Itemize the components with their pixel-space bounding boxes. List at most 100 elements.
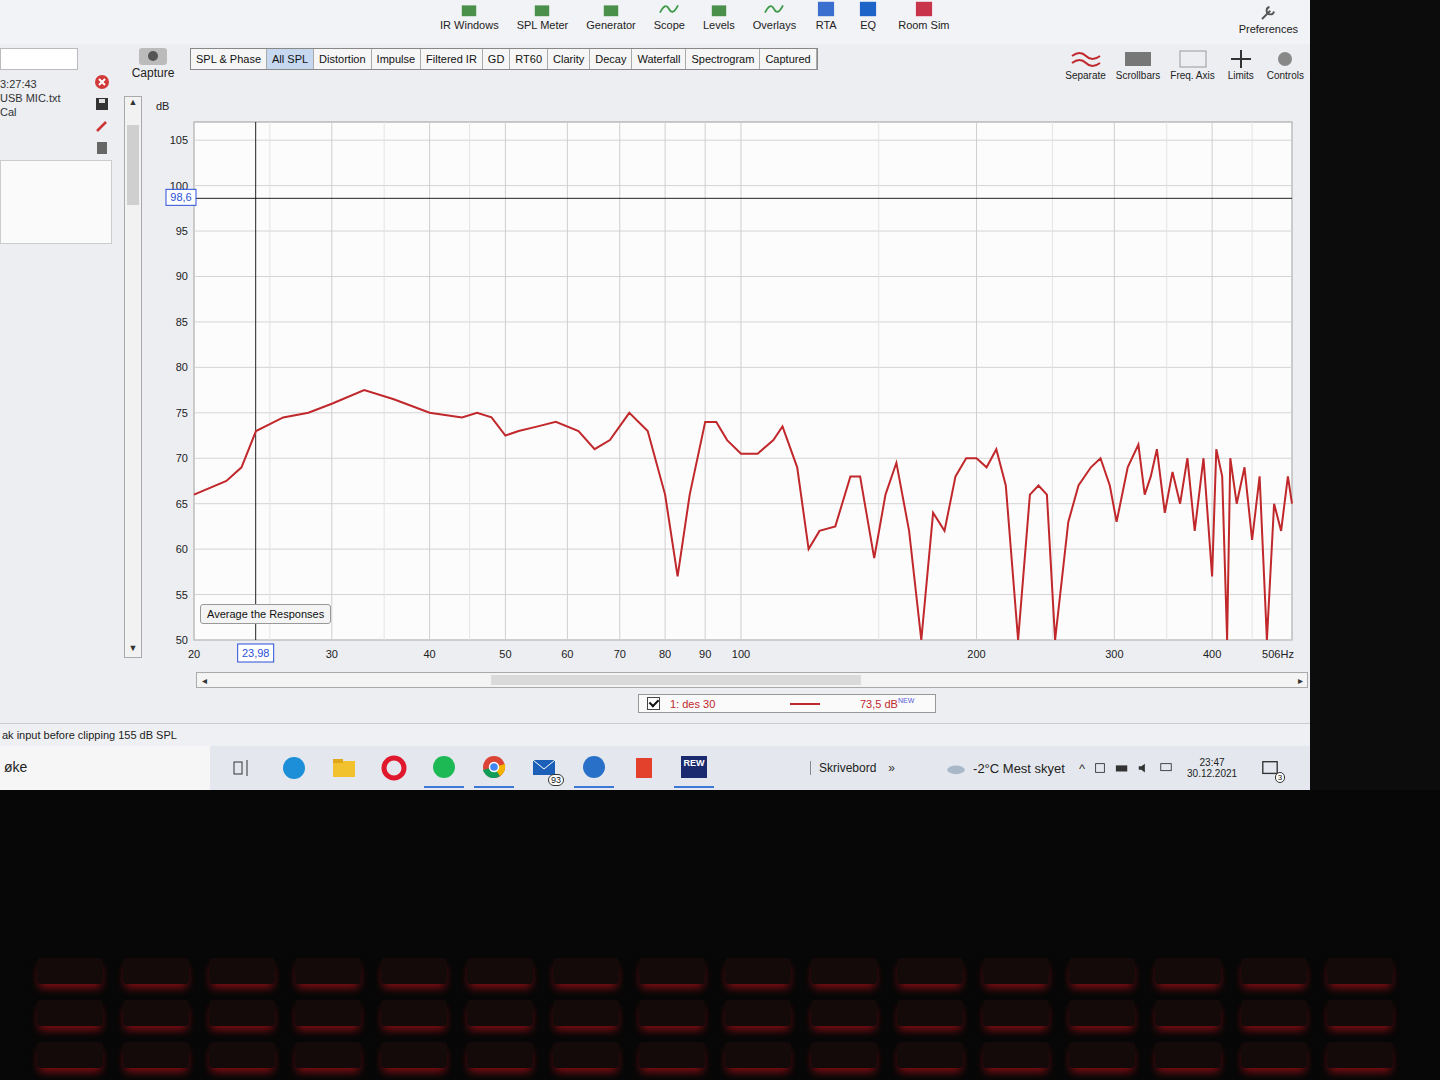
taskbar-app[interactable]: 93: [524, 748, 564, 788]
keyboard-key[interactable]: [725, 958, 791, 984]
keyboard-key[interactable]: [983, 1000, 1049, 1026]
toolbar-button[interactable]: Room Sim: [898, 0, 949, 31]
spl-graph[interactable]: dB10510095908580757065605550203040506070…: [142, 92, 1302, 672]
graph-tab[interactable]: Waterfall: [632, 49, 686, 69]
tray-arrow[interactable]: ^: [1079, 761, 1085, 776]
scroll-left-arrow[interactable]: ◂: [197, 675, 211, 686]
keyboard-key[interactable]: [37, 958, 103, 984]
toolbar-button[interactable]: Levels: [703, 0, 735, 31]
search-box[interactable]: øke: [0, 746, 210, 790]
keyboard-key[interactable]: [295, 1000, 361, 1026]
battery-icon[interactable]: [1115, 761, 1129, 775]
keyboard-key[interactable]: [983, 958, 1049, 984]
keyboard-key[interactable]: [639, 1042, 705, 1068]
view-tool-button[interactable]: Limits: [1225, 48, 1257, 81]
keyboard-key[interactable]: [553, 1042, 619, 1068]
keyboard-key[interactable]: [1241, 1042, 1307, 1068]
display-icon[interactable]: [1159, 761, 1173, 775]
taskbar-app[interactable]: [224, 748, 264, 788]
cursor-v-line[interactable]: [255, 122, 256, 640]
keyboard-key[interactable]: [123, 958, 189, 984]
keyboard-key[interactable]: [1155, 1042, 1221, 1068]
keyboard-key[interactable]: [897, 958, 963, 984]
keyboard-key[interactable]: [897, 1042, 963, 1068]
toolbar-button[interactable]: SPL Meter: [517, 0, 569, 31]
graph-tab[interactable]: All SPL: [267, 49, 314, 69]
keyboard-key[interactable]: [467, 958, 533, 984]
graph-tab[interactable]: Filtered IR: [421, 49, 483, 69]
scroll-down-arrow[interactable]: ▼: [125, 643, 141, 657]
toolbar-button[interactable]: Scope: [654, 0, 685, 31]
taskbar-app[interactable]: [274, 748, 314, 788]
keyboard-key[interactable]: [639, 1000, 705, 1026]
keyboard-key[interactable]: [1155, 958, 1221, 984]
keyboard-key[interactable]: [467, 1042, 533, 1068]
toolbar-button[interactable]: Generator: [586, 0, 636, 31]
keyboard-key[interactable]: [123, 1042, 189, 1068]
taskbar-app[interactable]: [424, 748, 464, 788]
network-icon[interactable]: [1093, 761, 1107, 775]
keyboard-key[interactable]: [897, 1000, 963, 1026]
keyboard-key[interactable]: [467, 1000, 533, 1026]
keyboard-key[interactable]: [381, 1000, 447, 1026]
pencil-icon[interactable]: [94, 118, 110, 134]
graph-tab[interactable]: Clarity: [548, 49, 590, 69]
notification-button[interactable]: 3: [1257, 755, 1283, 781]
cursor-h-line[interactable]: [194, 198, 1292, 199]
scroll-thumb[interactable]: [491, 675, 861, 685]
taskbar-app[interactable]: [624, 748, 664, 788]
scroll-thumb[interactable]: [127, 125, 139, 205]
view-tool-button[interactable]: Scrollbars: [1116, 48, 1160, 81]
view-tool-button[interactable]: Freq. Axis: [1170, 48, 1214, 81]
scroll-up-arrow[interactable]: ▲: [125, 97, 141, 111]
keyboard-key[interactable]: [295, 958, 361, 984]
horizontal-scrollbar[interactable]: ◂▸: [196, 672, 1308, 688]
average-responses-button[interactable]: Average the Responses: [200, 604, 331, 624]
vertical-scrollbar[interactable]: ▲▼: [124, 96, 142, 658]
keyboard-key[interactable]: [209, 958, 275, 984]
graph-tab[interactable]: Decay: [590, 49, 632, 69]
graph-tab[interactable]: Captured: [760, 49, 816, 69]
clock[interactable]: 23:4730.12.2021: [1187, 757, 1237, 779]
keyboard-key[interactable]: [381, 958, 447, 984]
taskbar-app[interactable]: REW: [674, 748, 714, 788]
keyboard-key[interactable]: [1069, 958, 1135, 984]
keyboard-key[interactable]: [37, 1000, 103, 1026]
series-checkbox[interactable]: [647, 697, 660, 710]
preferences-button[interactable]: Preferences: [1239, 0, 1298, 35]
notes-box[interactable]: [0, 160, 112, 244]
keyboard-key[interactable]: [1155, 1000, 1221, 1026]
notes-icon[interactable]: [94, 140, 110, 156]
toolbar-button[interactable]: RTA: [814, 0, 838, 31]
graph-tab[interactable]: Spectrogram: [686, 49, 760, 69]
close-icon[interactable]: [94, 74, 110, 90]
toolbar-button[interactable]: IR Windows: [440, 0, 499, 31]
keyboard-key[interactable]: [1327, 1000, 1393, 1026]
keyboard-key[interactable]: [1069, 1000, 1135, 1026]
capture-button[interactable]: Capture: [124, 44, 182, 80]
graph-tab[interactable]: RT60: [510, 49, 548, 69]
graph-tab[interactable]: Distortion: [314, 49, 371, 69]
keyboard-key[interactable]: [639, 958, 705, 984]
graph-tab[interactable]: GD: [483, 49, 511, 69]
keyboard-key[interactable]: [1241, 958, 1307, 984]
keyboard-key[interactable]: [725, 1042, 791, 1068]
keyboard-key[interactable]: [1327, 958, 1393, 984]
toolbar-button[interactable]: Overlays: [753, 0, 796, 31]
volume-icon[interactable]: [1137, 761, 1151, 775]
desktop-toolbar[interactable]: Skrivebord»: [810, 761, 895, 775]
view-tool-button[interactable]: Controls: [1267, 48, 1304, 81]
keyboard-key[interactable]: [209, 1000, 275, 1026]
keyboard-key[interactable]: [811, 1042, 877, 1068]
keyboard-key[interactable]: [811, 958, 877, 984]
keyboard-key[interactable]: [37, 1042, 103, 1068]
taskbar-app[interactable]: [374, 748, 414, 788]
taskbar-app[interactable]: [324, 748, 364, 788]
name-field[interactable]: [0, 48, 78, 70]
view-tool-button[interactable]: Separate: [1065, 48, 1106, 81]
keyboard-key[interactable]: [811, 1000, 877, 1026]
keyboard-key[interactable]: [123, 1000, 189, 1026]
keyboard-key[interactable]: [553, 1000, 619, 1026]
keyboard-key[interactable]: [1069, 1042, 1135, 1068]
scroll-right-arrow[interactable]: ▸: [1293, 675, 1307, 686]
